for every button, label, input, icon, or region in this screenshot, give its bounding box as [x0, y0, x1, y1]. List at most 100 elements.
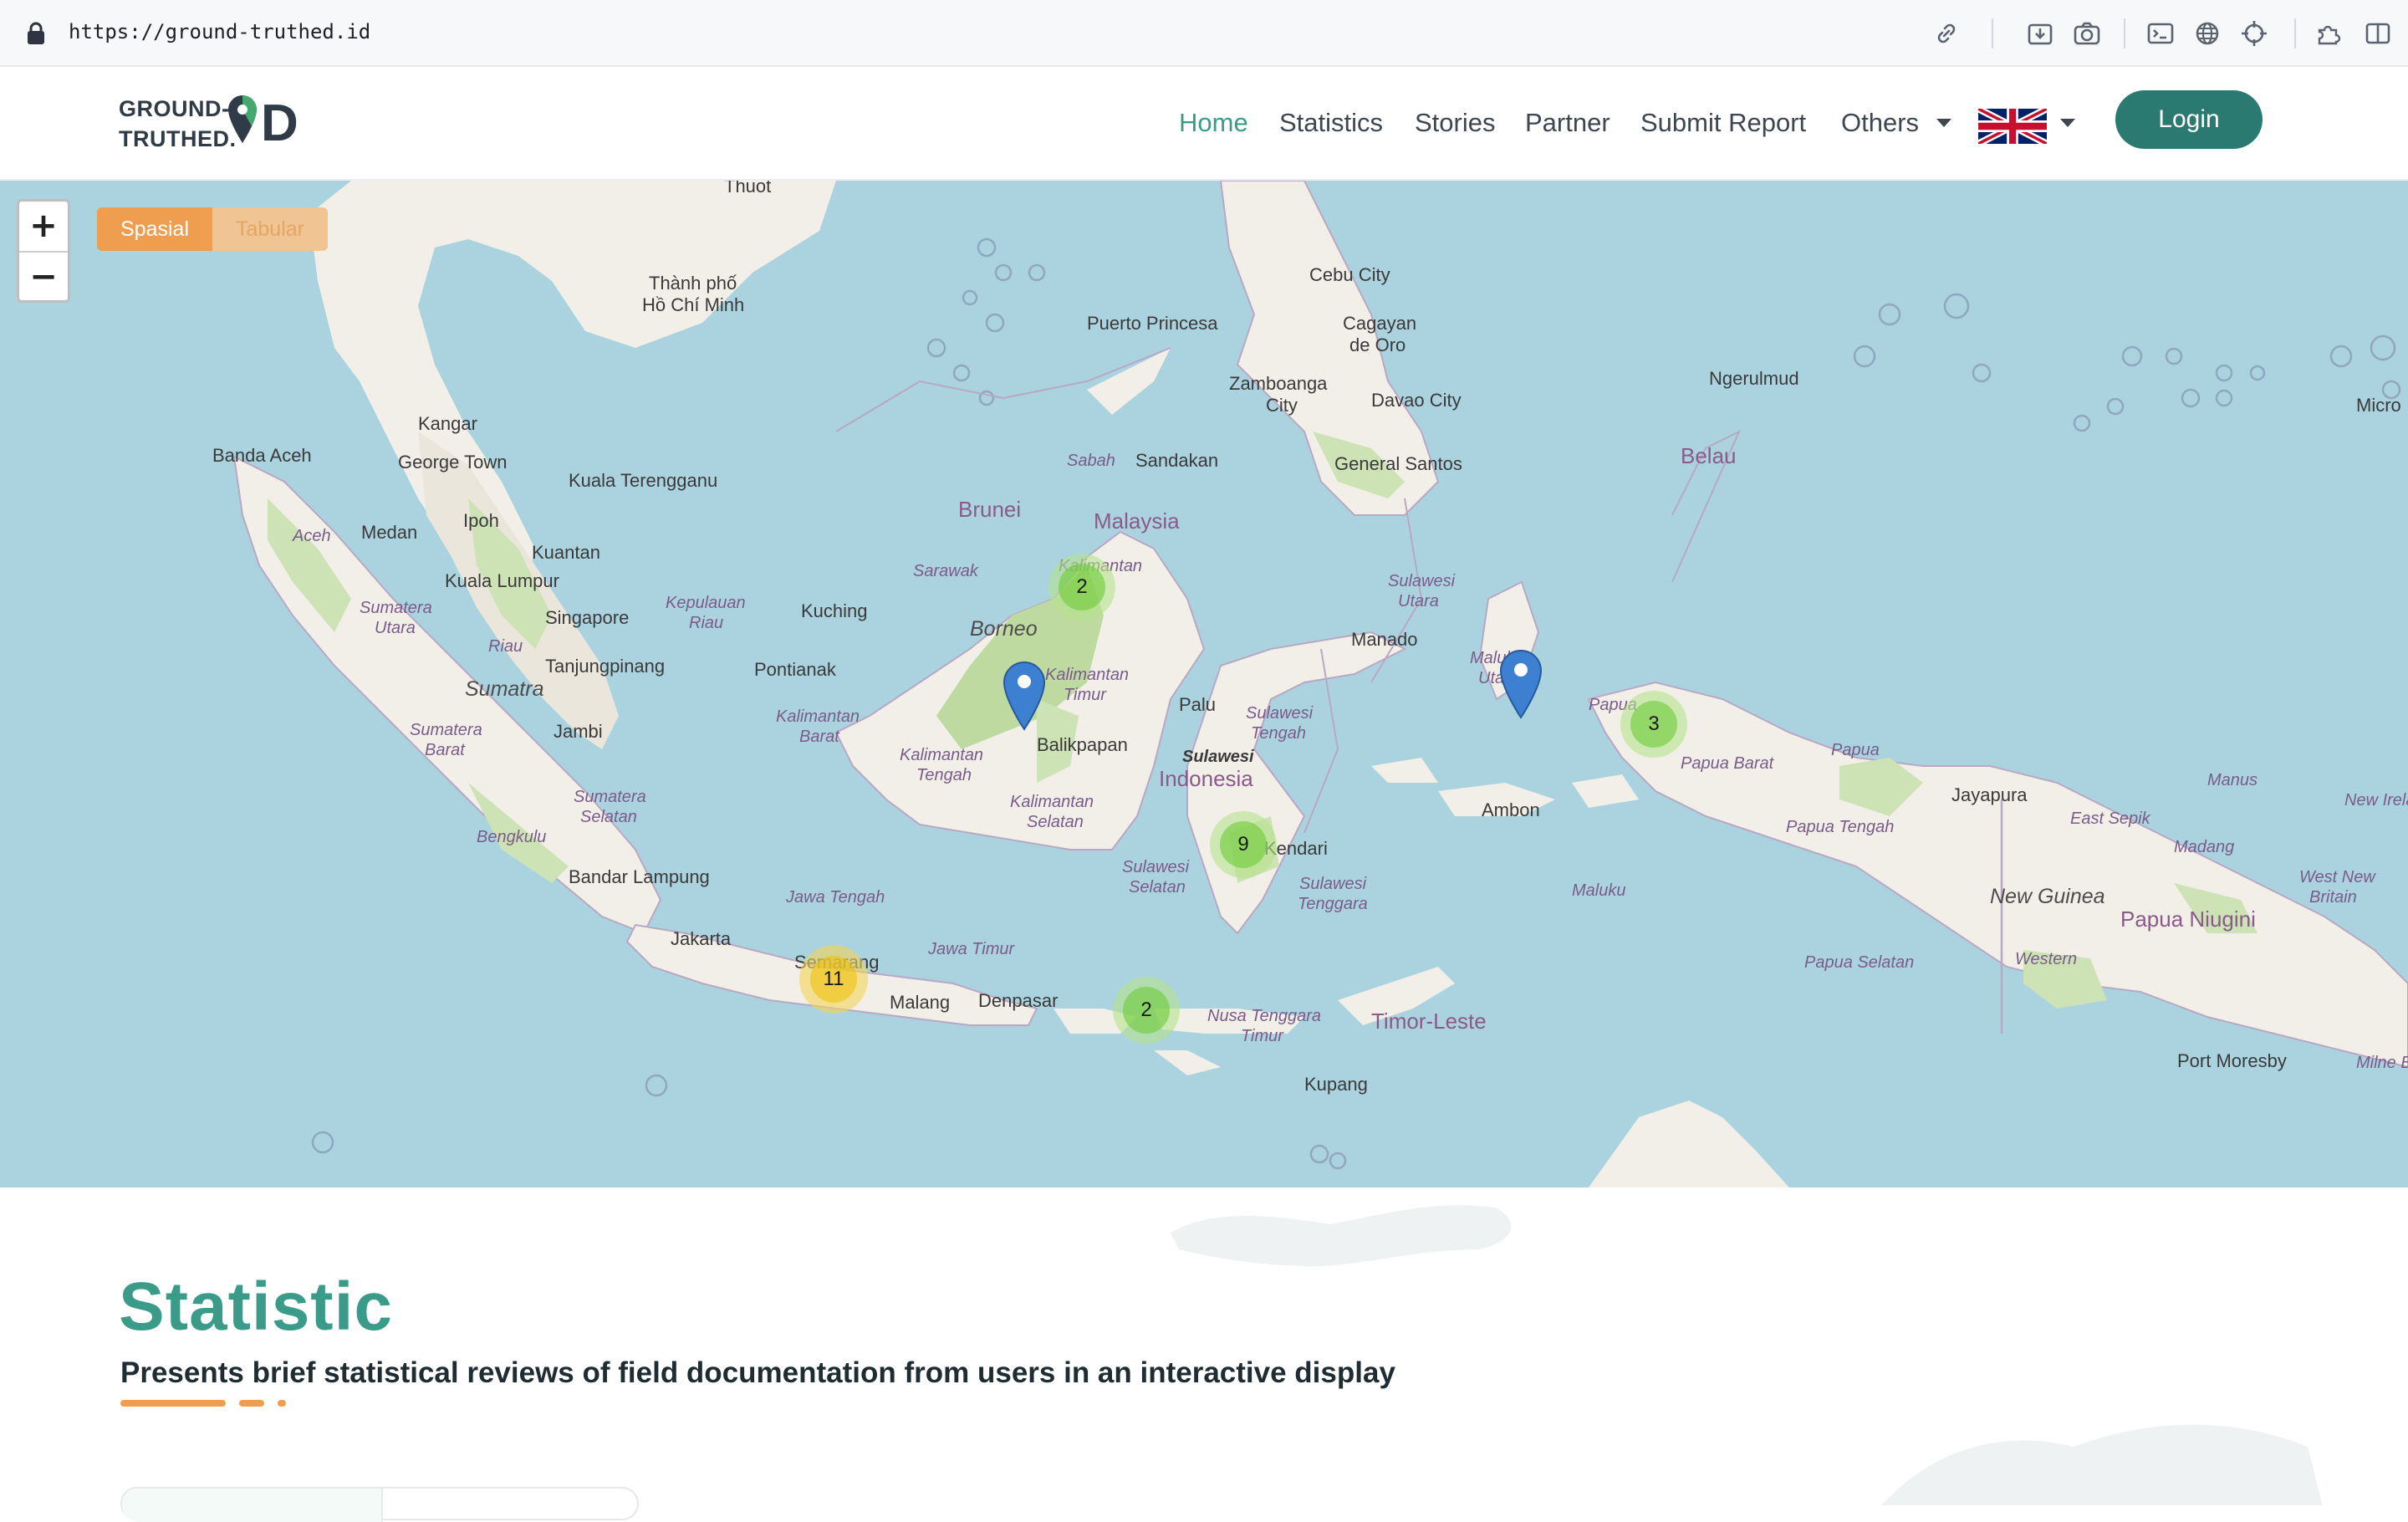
map-label: Kuantan: [532, 542, 600, 563]
logo-line-2: TRUTHED.: [119, 126, 237, 151]
map-label: Selatan: [1129, 878, 1186, 896]
extensions-icon[interactable]: [2314, 18, 2344, 49]
crosshair-icon[interactable]: [2239, 18, 2269, 49]
view-toggle: Spasial Tabular: [97, 207, 328, 251]
map-label: Selatan: [580, 808, 637, 826]
map-label: Jayapura: [1951, 784, 2028, 805]
cluster-count: 11: [810, 956, 857, 1003]
map-label: Milne B: [2356, 1054, 2408, 1072]
map-label: Banda Aceh: [212, 445, 312, 466]
map-label: Riau: [488, 637, 523, 656]
marker-cluster[interactable]: 3: [1620, 691, 1687, 758]
map-label: Timur: [1064, 686, 1106, 704]
map-label: Kuala Terengganu: [569, 470, 718, 491]
zoom-in-button[interactable]: +: [19, 202, 68, 251]
statistic-tab-active[interactable]: [122, 1489, 381, 1522]
decorative-island-shape: [1171, 1205, 1512, 1266]
map-label: Bengkulu: [477, 828, 547, 846]
map-label: Sulawesi: [1182, 748, 1254, 766]
map-label: Utara: [375, 619, 416, 637]
marker-cluster[interactable]: 2: [1113, 977, 1180, 1044]
nav-submit-report[interactable]: Submit Report: [1640, 104, 1806, 142]
map-marker-pin-icon[interactable]: [1498, 649, 1543, 719]
map-label: Manado: [1351, 629, 1418, 650]
nav-partner[interactable]: Partner: [1525, 104, 1610, 142]
lock-icon: [28, 22, 44, 44]
statistic-title: Statistic: [119, 1269, 393, 1345]
map-label: Timor-Leste: [1371, 1009, 1487, 1034]
nav-stories[interactable]: Stories: [1415, 104, 1495, 142]
language-chevron-down-icon[interactable]: [2060, 119, 2075, 127]
map-label: Jawa Timur: [928, 940, 1015, 958]
map-label: Kalimantan: [900, 746, 984, 764]
uk-flag-icon[interactable]: [1978, 109, 2047, 144]
map-label: Kalimantan: [776, 707, 860, 726]
map-label: Kupang: [1304, 1074, 1368, 1095]
map-label: Sumatera: [410, 721, 482, 739]
map-label: Aceh: [293, 527, 331, 545]
map-label: Papua: [1831, 741, 1880, 759]
nav-home[interactable]: Home: [1179, 104, 1248, 142]
url-text[interactable]: https://ground-truthed.id: [69, 20, 370, 43]
map-label: Western: [2015, 950, 2078, 968]
map-label: Ipoh: [463, 510, 499, 531]
terminal-icon[interactable]: [2145, 18, 2176, 49]
sidebar-toggle-icon[interactable]: [2363, 18, 2393, 49]
map-label: Sarawak: [913, 562, 978, 580]
map-label: East Sepik: [2070, 810, 2150, 828]
map-label: Kalimantan: [1010, 793, 1094, 811]
map-label: Timur: [1241, 1027, 1283, 1045]
nav-statistics[interactable]: Statistics: [1279, 104, 1383, 142]
site-logo[interactable]: GROUND- TRUTHED. D: [119, 92, 311, 156]
browser-address-bar: https://ground-truthed.id: [0, 0, 2408, 67]
map-label: Thành phố: [649, 273, 737, 294]
map-label: General Santos: [1334, 453, 1462, 474]
map-label: Davao City: [1371, 390, 1462, 411]
map-label: Cebu City: [1309, 264, 1390, 285]
marker-cluster[interactable]: 11: [799, 945, 868, 1014]
map-label: Kuala Lumpur: [445, 570, 559, 591]
map-label: Kepulauan: [666, 594, 746, 612]
link-icon[interactable]: [1931, 18, 1962, 49]
spasial-toggle-button[interactable]: Spasial: [97, 207, 212, 251]
toolbar-divider: [2124, 18, 2125, 49]
map-label: Sulawesi: [1246, 704, 1314, 723]
others-chevron-down-icon[interactable]: [1936, 119, 1951, 127]
statistic-subtitle: Presents brief statistical reviews of fi…: [120, 1356, 1395, 1389]
map-label: Manus: [2207, 771, 2258, 789]
statistic-tabs[interactable]: [120, 1487, 639, 1522]
map-label: Sulawesi: [1299, 875, 1367, 893]
login-button[interactable]: Login: [2115, 90, 2263, 149]
marker-cluster[interactable]: 2: [1048, 554, 1115, 621]
map-marker-pin-icon[interactable]: [1002, 661, 1047, 731]
map-label: Kalimantan: [1045, 666, 1130, 684]
map-label: Sulawesi: [1122, 858, 1190, 876]
map-label: Barat: [425, 741, 465, 759]
download-screenshot-icon[interactable]: [2025, 18, 2055, 49]
cluster-count: 3: [1630, 701, 1677, 748]
cluster-count: 2: [1123, 987, 1170, 1034]
camera-icon[interactable]: [2072, 18, 2102, 49]
marker-cluster[interactable]: 9: [1210, 811, 1277, 878]
nav-others[interactable]: Others: [1841, 104, 1919, 142]
map-label: Papua Niugini: [2120, 907, 2256, 932]
map-label: Riau: [689, 614, 724, 632]
map-label: Sulawesi: [1388, 572, 1456, 590]
map-label: Hồ Chí Minh: [642, 294, 745, 315]
globe-icon[interactable]: [2192, 18, 2222, 49]
toolbar-divider: [2294, 18, 2296, 49]
map-label: Puerto Princesa: [1087, 313, 1218, 334]
logo-mark: D: [261, 94, 299, 152]
tabular-toggle-button[interactable]: Tabular: [212, 207, 328, 251]
map-label: George Town: [398, 452, 508, 472]
cluster-count: 9: [1220, 821, 1267, 868]
map-label: Jakarta: [671, 928, 732, 949]
zoom-out-button[interactable]: −: [19, 251, 68, 300]
map-label: Sumatera: [360, 599, 432, 617]
map-label: New Guinea: [1990, 885, 2105, 908]
map-label: Sabah: [1067, 452, 1115, 470]
spatial-map[interactable]: Thuot Thành phố Hồ Chí Minh Cebu City Ca…: [0, 181, 2408, 1187]
map-label: City: [1266, 395, 1298, 416]
map-label: de Oro: [1349, 335, 1406, 355]
map-label: Malang: [890, 992, 951, 1013]
